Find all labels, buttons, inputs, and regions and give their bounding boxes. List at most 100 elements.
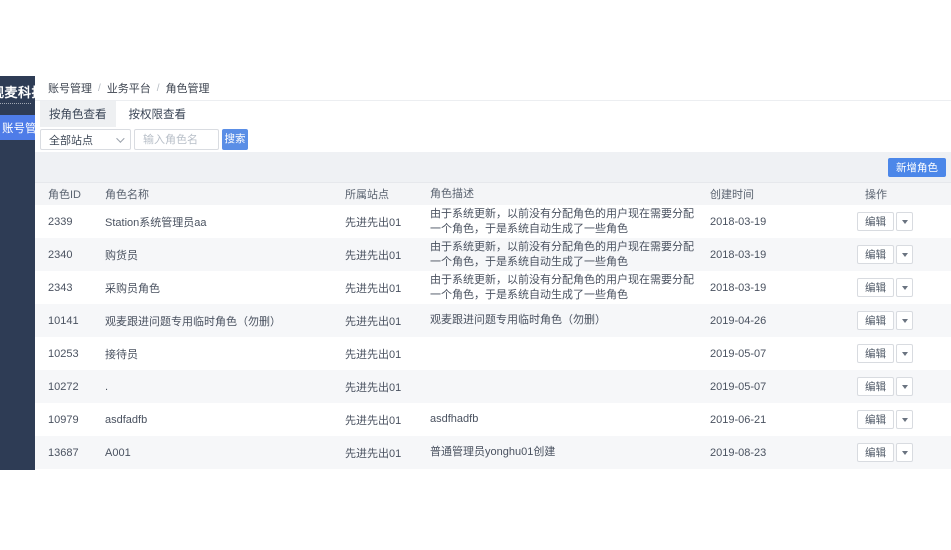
cell-actions: 编辑	[857, 245, 951, 264]
edit-button[interactable]: 编辑	[857, 344, 894, 363]
breadcrumb-item-platform[interactable]: 业务平台	[107, 80, 151, 96]
tab-view-by-role[interactable]: 按角色查看	[40, 101, 116, 127]
cell-site: 先进先出01	[345, 447, 402, 460]
cell-site: 先进先出01	[345, 381, 402, 394]
breadcrumb-separator: /	[156, 82, 160, 94]
logo-text: 观麦科技	[0, 84, 35, 100]
edit-button[interactable]: 编辑	[857, 245, 894, 264]
cell-actions: 编辑	[857, 212, 951, 231]
cell-desc: 由于系统更新，以前没有分配角色的用户现在需要分配一个角色，于是系统自动生成了一些…	[430, 273, 694, 301]
more-actions-button[interactable]	[896, 377, 913, 396]
row-action-group: 编辑	[857, 245, 913, 264]
cell-role-id: 2340	[48, 248, 73, 261]
sidebar-item-label: 账号管理	[2, 122, 35, 135]
table-row: 10979 asdfadfb 先进先出01 asdfhadfb 2019-06-…	[35, 403, 951, 436]
caret-down-icon	[901, 318, 908, 323]
cell-created: 2019-04-26	[710, 314, 767, 327]
cell-role-id: 2343	[48, 281, 73, 294]
table-row: 2340 购货员 先进先出01 由于系统更新，以前没有分配角色的用户现在需要分配…	[35, 238, 951, 271]
row-action-group: 编辑	[857, 344, 913, 363]
cell-site: 先进先出01	[345, 249, 402, 262]
more-actions-button[interactable]	[896, 410, 913, 429]
cell-created: 2019-08-23	[710, 446, 767, 459]
caret-down-icon	[901, 384, 908, 389]
cell-role-name: Station系统管理员aa	[105, 216, 207, 229]
cell-role-name: 接待员	[105, 348, 138, 361]
cell-role-name: A001	[105, 446, 131, 459]
cell-desc: asdfhadfb	[430, 413, 479, 426]
breadcrumb-item-account[interactable]: 账号管理	[48, 80, 92, 96]
edit-button[interactable]: 编辑	[857, 377, 894, 396]
site-select[interactable]: 全部站点	[40, 129, 131, 150]
cell-actions: 编辑	[857, 377, 951, 396]
toolbar: 新增角色	[35, 152, 951, 182]
table-row: 10253 接待员 先进先出01 2019-05-07 编辑	[35, 337, 951, 370]
cell-created: 2019-06-21	[710, 413, 767, 426]
cell-created: 2018-03-19	[710, 281, 767, 294]
main-content: 账号管理 / 业务平台 / 角色管理 按角色查看 按权限查看 全部站点 搜索 新…	[35, 76, 951, 470]
role-name-input[interactable]	[134, 129, 219, 150]
cell-created: 2019-05-07	[710, 347, 767, 360]
cell-site: 先进先出01	[345, 315, 402, 328]
app-window: 观麦科技 账号管理 账号管理 / 业务平台 / 角色管理 按角色查看 按权限查看	[0, 76, 951, 470]
col-header-role-id: 角色ID	[48, 189, 81, 201]
row-action-group: 编辑	[857, 212, 913, 231]
caret-down-icon	[901, 219, 908, 224]
edit-button[interactable]: 编辑	[857, 212, 894, 231]
cell-site: 先进先出01	[345, 414, 402, 427]
cell-desc: 观麦跟进问题专用临时角色（勿删）	[430, 314, 606, 327]
cell-created: 2018-03-19	[710, 215, 767, 228]
cell-role-id: 10272	[48, 380, 79, 393]
cell-role-name: 观麦跟进问题专用临时角色（勿删）	[105, 315, 281, 328]
more-actions-button[interactable]	[896, 443, 913, 462]
logo: 观麦科技	[0, 76, 35, 110]
edit-button[interactable]: 编辑	[857, 443, 894, 462]
search-button[interactable]: 搜索	[222, 129, 248, 150]
cell-role-id: 2339	[48, 215, 73, 228]
chevron-down-icon	[116, 133, 125, 143]
more-actions-button[interactable]	[896, 245, 913, 264]
cell-actions: 编辑	[857, 443, 951, 462]
caret-down-icon	[901, 417, 908, 422]
edit-button[interactable]: 编辑	[857, 410, 894, 429]
cell-role-name: 购货员	[105, 249, 138, 262]
more-actions-button[interactable]	[896, 212, 913, 231]
col-header-created: 创建时间	[710, 189, 754, 201]
caret-down-icon	[901, 450, 908, 455]
table-row: 2343 采购员角色 先进先出01 由于系统更新，以前没有分配角色的用户现在需要…	[35, 271, 951, 304]
table-body: 2339 Station系统管理员aa 先进先出01 由于系统更新，以前没有分配…	[35, 205, 951, 469]
sidebar: 观麦科技 账号管理	[0, 76, 35, 470]
col-header-site: 所属站点	[345, 189, 389, 201]
breadcrumb: 账号管理 / 业务平台 / 角色管理	[35, 76, 951, 101]
cell-site: 先进先出01	[345, 216, 402, 229]
more-actions-button[interactable]	[896, 278, 913, 297]
cell-role-name: asdfadfb	[105, 413, 148, 426]
more-actions-button[interactable]	[896, 311, 913, 330]
edit-button[interactable]: 编辑	[857, 311, 894, 330]
tab-view-by-permission[interactable]: 按权限查看	[120, 101, 196, 127]
cell-role-id: 10141	[48, 314, 79, 327]
breadcrumb-item-roles: 角色管理	[165, 83, 210, 95]
cell-role-name: .	[105, 380, 109, 393]
roles-table: 角色ID 角色名称 所属站点 角色描述 创建时间 操作 2339 Station…	[35, 182, 951, 469]
row-action-group: 编辑	[857, 311, 913, 330]
filter-bar: 全部站点 搜索	[35, 127, 951, 152]
tabs: 按角色查看 按权限查看	[35, 101, 951, 127]
table-row: 10272 . 先进先出01 2019-05-07 编辑	[35, 370, 951, 403]
row-action-group: 编辑	[857, 410, 913, 429]
col-header-desc: 角色描述	[430, 187, 474, 200]
edit-button[interactable]: 编辑	[857, 278, 894, 297]
sidebar-item-account-management[interactable]: 账号管理	[0, 115, 35, 140]
logo-subtitle-line	[0, 102, 31, 105]
cell-role-id: 13687	[48, 446, 79, 459]
breadcrumb-separator: /	[98, 82, 101, 94]
cell-desc: 由于系统更新，以前没有分配角色的用户现在需要分配一个角色，于是系统自动生成了一些…	[430, 207, 694, 235]
caret-down-icon	[901, 285, 908, 290]
cell-desc: 由于系统更新，以前没有分配角色的用户现在需要分配一个角色，于是系统自动生成了一些…	[430, 240, 694, 268]
cell-created: 2018-03-19	[710, 248, 767, 261]
cell-role-id: 10253	[48, 347, 79, 360]
add-role-button[interactable]: 新增角色	[888, 157, 946, 177]
page: 观麦科技 账号管理 账号管理 / 业务平台 / 角色管理 按角色查看 按权限查看	[0, 0, 951, 550]
cell-site: 先进先出01	[345, 282, 402, 295]
more-actions-button[interactable]	[896, 344, 913, 363]
